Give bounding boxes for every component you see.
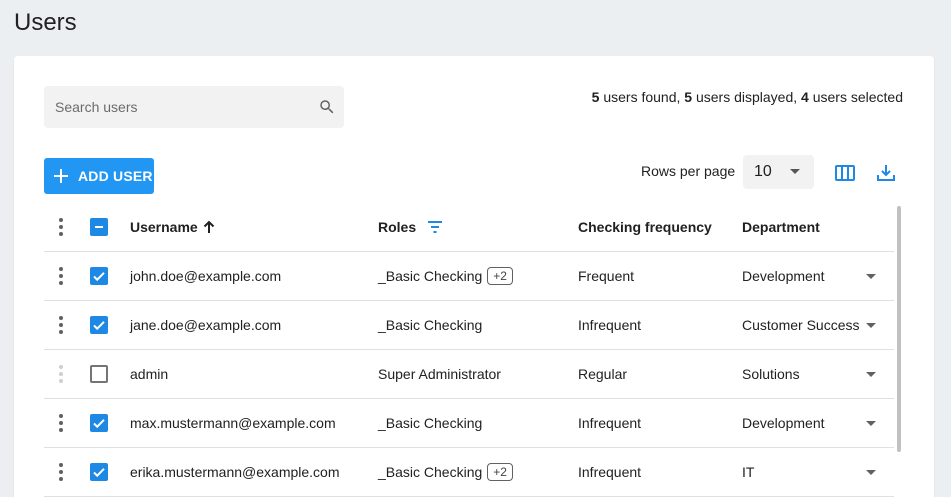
role-extra-badge[interactable]: +2 (487, 267, 513, 285)
row-checkbox[interactable] (90, 252, 108, 300)
roles-cell: Super Administrator (378, 350, 501, 398)
checkmark-icon (93, 468, 105, 478)
users-summary: 5 users found, 5 users displayed, 4 user… (592, 89, 903, 105)
selected-label: users selected (808, 89, 903, 105)
displayed-count: 5 (684, 89, 693, 105)
search-box[interactable] (44, 86, 344, 128)
add-user-label: ADD USER (78, 168, 153, 184)
roles-header-label: Roles (378, 218, 417, 235)
users-table: Username Roles Checking frequency Depart… (44, 202, 894, 497)
row-menu-icon[interactable] (56, 350, 66, 398)
rows-per-page-label: Rows per page (641, 163, 736, 179)
table-row[interactable]: erika.mustermann@example.com _Basic Check… (44, 448, 894, 497)
chevron-down-icon[interactable] (866, 421, 876, 426)
username-cell: john.doe@example.com (130, 268, 282, 284)
found-label: users found, (599, 89, 685, 105)
roles-cell: _Basic Checking (378, 399, 482, 447)
columns-icon[interactable] (834, 162, 856, 184)
chevron-down-icon (790, 169, 800, 174)
username-cell: admin (130, 366, 169, 382)
role-label: _Basic Checking (378, 317, 483, 333)
row-checkbox[interactable] (90, 399, 108, 447)
page-title: Users (14, 9, 77, 36)
indeterminate-icon (95, 225, 103, 228)
username-header[interactable]: Username (130, 202, 217, 251)
sort-ascending-icon[interactable] (201, 219, 217, 235)
role-extra-badge[interactable]: +2 (487, 463, 513, 481)
row-menu-icon[interactable] (56, 301, 66, 349)
roles-cell: _Basic Checking +2 (378, 448, 513, 496)
role-label: _Basic Checking (378, 415, 483, 431)
chevron-down-icon[interactable] (866, 372, 876, 377)
table-row[interactable]: admin Super Administrator Regular Solutions (44, 350, 894, 399)
table-row[interactable]: jane.doe@example.com _Basic Checking Infre… (44, 301, 894, 350)
role-label: _Basic Checking (378, 464, 483, 480)
search-input[interactable] (44, 86, 304, 128)
username-header-label: Username (130, 218, 198, 235)
header-menu-icon[interactable] (56, 202, 66, 251)
frequency-cell: Regular (578, 366, 628, 382)
frequency-cell: Infrequent (578, 415, 642, 431)
users-card: 5 users found, 5 users displayed, 4 user… (14, 56, 934, 497)
rows-per-page-select[interactable]: 10 (743, 155, 814, 189)
selected-count: 4 (801, 89, 809, 105)
roles-cell: _Basic Checking (378, 301, 482, 349)
row-menu-icon[interactable] (56, 448, 66, 496)
frequency-cell: Infrequent (578, 464, 642, 480)
displayed-label: users displayed, (692, 89, 802, 105)
username-cell: jane.doe@example.com (130, 317, 282, 333)
select-all-checkbox[interactable] (90, 202, 108, 251)
row-checkbox[interactable] (90, 301, 108, 349)
vertical-scrollbar[interactable] (897, 206, 901, 452)
row-checkbox[interactable] (90, 448, 108, 496)
role-label: Super Administrator (378, 366, 501, 382)
chevron-down-icon[interactable] (866, 470, 876, 475)
frequency-cell: Infrequent (578, 317, 642, 333)
row-menu-icon[interactable] (56, 252, 66, 300)
chevron-down-icon[interactable] (866, 323, 876, 328)
rows-per-page-value: 10 (754, 163, 772, 180)
checkmark-icon (93, 272, 105, 282)
download-icon[interactable] (875, 162, 897, 184)
add-user-button[interactable]: ADD USER (44, 158, 154, 194)
roles-header[interactable]: Roles (378, 202, 444, 251)
frequency-cell: Frequent (578, 268, 635, 284)
filter-icon[interactable] (426, 218, 444, 236)
search-icon[interactable] (318, 98, 336, 116)
table-row[interactable]: max.mustermann@example.com _Basic Checkin… (44, 399, 894, 448)
plus-icon (54, 169, 68, 183)
row-menu-icon[interactable] (56, 399, 66, 447)
checkmark-icon (93, 419, 105, 429)
frequency-header[interactable]: Checking frequency (578, 202, 712, 251)
chevron-down-icon[interactable] (866, 274, 876, 279)
username-cell: erika.mustermann@example.com (130, 464, 340, 480)
roles-cell: _Basic Checking +2 (378, 252, 513, 300)
username-cell: max.mustermann@example.com (130, 415, 336, 431)
table-row[interactable]: john.doe@example.com _Basic Checking +2 Fre… (44, 252, 894, 301)
row-checkbox[interactable] (90, 350, 108, 398)
role-label: _Basic Checking (378, 268, 483, 284)
table-header-row: Username Roles Checking frequency Depart… (44, 202, 894, 252)
department-header[interactable]: Department (742, 202, 890, 251)
checkmark-icon (93, 321, 105, 331)
